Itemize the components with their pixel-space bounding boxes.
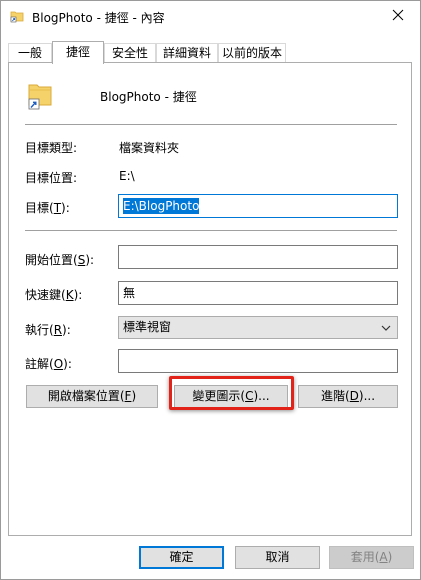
run-label: 執行(R):: [25, 323, 71, 337]
start-in-label: 開始位置(S):: [25, 253, 95, 267]
close-icon: [392, 9, 404, 24]
close-button[interactable]: [376, 1, 420, 32]
run-mode-select[interactable]: 標準視窗: [118, 316, 398, 339]
tab-security[interactable]: 安全性: [104, 43, 156, 63]
folder-shortcut-icon: [10, 9, 24, 23]
shortcut-name: BlogPhoto - 捷徑: [100, 90, 197, 104]
window-title: BlogPhoto - 捷徑 - 內容: [32, 11, 165, 25]
comment-input[interactable]: [118, 349, 398, 373]
folder-shortcut-icon: [26, 81, 54, 111]
title-bar: BlogPhoto - 捷徑 - 內容: [1, 1, 420, 33]
tab-previous-versions[interactable]: 以前的版本: [218, 43, 286, 63]
apply-button[interactable]: 套用(A): [329, 546, 414, 569]
target-input-text: E:\BlogPhoto: [123, 198, 200, 214]
hotkey-input[interactable]: 無: [118, 281, 398, 305]
target-type-label: 目標類型:: [25, 141, 78, 155]
target-type-value: 檔案資料夾: [119, 141, 180, 155]
tab-shortcut[interactable]: 捷徑: [52, 41, 104, 64]
tab-details[interactable]: 詳細資料: [156, 43, 218, 63]
cancel-button[interactable]: 取消: [235, 546, 320, 569]
tab-general[interactable]: 一般: [8, 43, 52, 63]
chevron-down-icon: [379, 318, 393, 338]
separator: [25, 124, 397, 125]
open-file-location-button[interactable]: 開啟檔案位置(F): [26, 385, 158, 408]
run-mode-value: 標準視窗: [123, 320, 172, 334]
target-location-value: E:\: [119, 169, 135, 183]
shortcut-tab-panel: BlogPhoto - 捷徑 目標類型: 檔案資料夾 目標位置: E:\ 目標(…: [8, 62, 412, 536]
separator: [25, 230, 397, 231]
start-in-input[interactable]: [118, 245, 398, 269]
ok-button[interactable]: 確定: [139, 546, 224, 569]
target-label: 目標(T):: [25, 201, 70, 215]
target-input[interactable]: E:\BlogPhoto: [118, 194, 398, 218]
highlight-frame: [169, 376, 294, 410]
target-location-label: 目標位置:: [25, 171, 78, 185]
tab-strip: 一般 捷徑 安全性 詳細資料 以前的版本: [1, 41, 420, 64]
hotkey-label: 快速鍵(K):: [25, 288, 83, 302]
advanced-button[interactable]: 進階(D)...: [298, 385, 398, 408]
comment-label: 註解(O):: [25, 357, 72, 371]
properties-dialog: BlogPhoto - 捷徑 - 內容 一般 捷徑 安全性 詳細資料 以前的版本…: [0, 0, 421, 580]
